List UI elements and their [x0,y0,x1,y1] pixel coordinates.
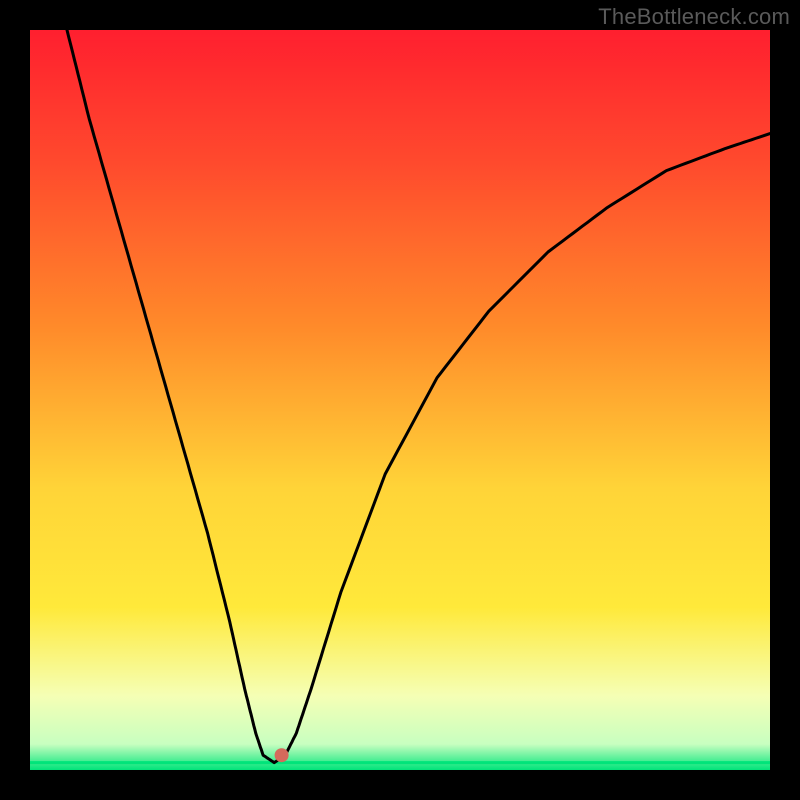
chart-plot-area [30,30,770,770]
chart-frame: TheBottleneck.com [0,0,800,800]
bottleneck-chart [0,0,800,800]
optimal-point-marker [275,748,289,762]
watermark-text: TheBottleneck.com [598,4,790,30]
